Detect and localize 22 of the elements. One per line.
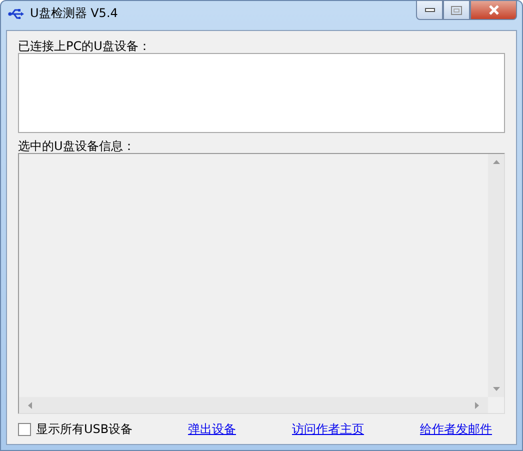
usb-icon bbox=[8, 9, 24, 19]
vertical-scrollbar[interactable] bbox=[488, 154, 504, 397]
horizontal-scrollbar[interactable] bbox=[19, 397, 488, 413]
scroll-right-arrow-icon[interactable] bbox=[475, 402, 479, 408]
scroll-left-arrow-icon[interactable] bbox=[28, 402, 32, 408]
checkbox-label[interactable]: 显示所有USB设备 bbox=[36, 420, 133, 438]
scroll-down-arrow-icon[interactable] bbox=[492, 387, 500, 391]
minimize-button[interactable] bbox=[416, 0, 443, 20]
close-icon bbox=[488, 5, 500, 15]
link[interactable]: 给作者发邮件 bbox=[420, 420, 492, 438]
link[interactable]: 弹出设备 bbox=[188, 420, 236, 438]
device-list[interactable] bbox=[18, 53, 505, 133]
section-label: 已连接上PC的U盘设备： bbox=[18, 39, 152, 53]
checkbox[interactable] bbox=[18, 422, 31, 436]
minimize-icon bbox=[424, 8, 434, 12]
close-button[interactable] bbox=[470, 0, 517, 20]
maximize-icon bbox=[451, 6, 462, 14]
maximize-button[interactable] bbox=[443, 0, 470, 20]
section-label: 选中的U盘设备信息： bbox=[18, 139, 136, 153]
scroll-up-arrow-icon[interactable] bbox=[492, 160, 500, 164]
window-title: U盘检测器 V5.4 bbox=[30, 5, 118, 22]
link[interactable]: 访问作者主页 bbox=[292, 420, 364, 438]
